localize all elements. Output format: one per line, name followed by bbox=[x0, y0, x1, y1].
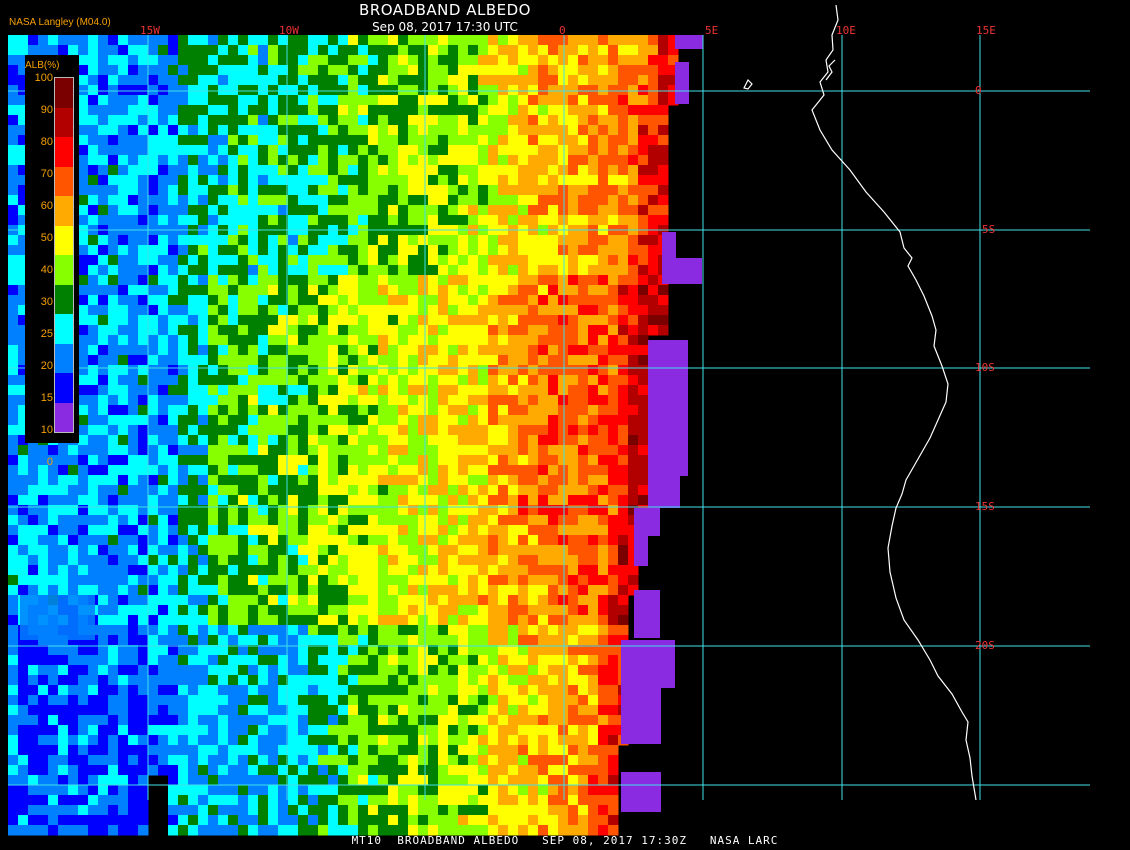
lon-label-15e: 15E bbox=[976, 24, 996, 37]
lon-label-0: 0 bbox=[559, 24, 566, 37]
legend-label: 30 bbox=[40, 296, 53, 308]
map-title: BROADBAND ALBEDO bbox=[359, 1, 531, 19]
legend-label: 60 bbox=[40, 200, 53, 212]
lon-label-5e: 5E bbox=[705, 24, 719, 37]
island-outline bbox=[743, 78, 753, 90]
legend-label: 80 bbox=[40, 136, 53, 148]
legend-title: ALB(%) bbox=[25, 60, 60, 71]
credit-label: NASA Langley (M04.0) bbox=[9, 17, 111, 28]
legend-label: 50 bbox=[40, 232, 53, 244]
legend-label: 20 bbox=[40, 360, 53, 372]
legend-label: 90 bbox=[40, 104, 53, 116]
legend-label: 25 bbox=[40, 328, 53, 340]
legend-label: 10 bbox=[40, 424, 53, 436]
lat-label-20s: 20S bbox=[975, 639, 995, 652]
albedo-map bbox=[8, 4, 1090, 836]
legend-label: 40 bbox=[40, 264, 53, 276]
lat-label-10s: 10S bbox=[975, 361, 995, 374]
lon-label-15w: 15W bbox=[140, 24, 160, 37]
lat-label-15s: 15S bbox=[975, 500, 995, 513]
lat-label-0: 0 bbox=[975, 84, 982, 97]
legend-label: 100 bbox=[34, 72, 53, 84]
legend-frame bbox=[54, 77, 74, 433]
legend-label: 0 bbox=[46, 456, 53, 468]
albedo-field bbox=[8, 35, 703, 836]
lat-label-5s: 5S bbox=[982, 223, 996, 236]
footer-caption: MT10 BROADBAND ALBEDO SEP 08, 2017 17:30… bbox=[351, 834, 779, 847]
lon-label-10w: 10W bbox=[279, 24, 299, 37]
lon-label-10e: 10E bbox=[836, 24, 856, 37]
albedo-legend: ALB(%) 100 90 80 70 60 50 40 30 25 20 15 10 0 bbox=[25, 55, 79, 468]
africa-coastline bbox=[811, 4, 977, 801]
legend-label: 70 bbox=[40, 168, 53, 180]
legend-label: 15 bbox=[40, 392, 53, 404]
